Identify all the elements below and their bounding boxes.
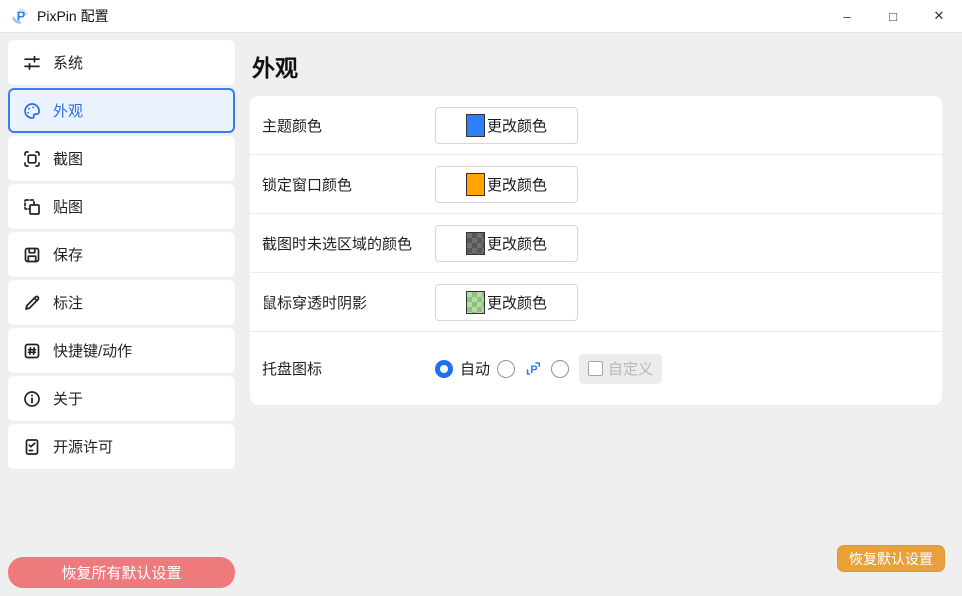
minimize-button[interactable]: –	[824, 0, 870, 32]
sidebar-item-licenses[interactable]: 开源许可	[8, 424, 235, 469]
setting-row-passthrough-shadow: 鼠标穿透时阴影 更改颜色	[250, 273, 942, 332]
sidebar-item-hotkeys[interactable]: 快捷键/动作	[8, 328, 235, 373]
sidebar-item-pin-image[interactable]: 贴图	[8, 184, 235, 229]
tray-icon-options: 自动 P 自定义	[435, 354, 662, 384]
custom-tray-icon-label: 自定义	[608, 358, 653, 379]
setting-label: 鼠标穿透时阴影	[262, 292, 435, 313]
sidebar-item-label: 关于	[53, 388, 83, 409]
radio-tray-pixpin-logo[interactable]	[497, 360, 515, 378]
sidebar-item-appearance[interactable]: 外观	[8, 88, 235, 133]
sidebar-item-about[interactable]: 关于	[8, 376, 235, 421]
hotkey-icon	[21, 340, 43, 362]
restore-all-defaults-button[interactable]: 恢复所有默认设置	[8, 557, 235, 588]
pencil-icon	[21, 292, 43, 314]
restore-defaults-button[interactable]: 恢复默认设置	[837, 545, 945, 572]
sidebar-item-screenshot[interactable]: 截图	[8, 136, 235, 181]
setting-row-theme-color: 主题颜色 更改颜色	[250, 96, 942, 155]
svg-text:P: P	[17, 9, 26, 24]
sidebar-item-system[interactable]: 系统	[8, 40, 235, 85]
pixpin-logo-icon: P	[10, 6, 30, 26]
save-icon	[21, 244, 43, 266]
setting-label: 托盘图标	[262, 358, 435, 379]
radio-tray-auto-label: 自动	[460, 358, 490, 379]
info-icon	[21, 388, 43, 410]
window-title: PixPin 配置	[37, 6, 109, 26]
change-color-button-locked-window[interactable]: 更改颜色	[435, 166, 578, 203]
svg-text:P: P	[530, 364, 537, 376]
color-swatch-green-checker	[466, 291, 485, 314]
settings-card: 主题颜色 更改颜色 锁定窗口颜色 更改颜色 截图时未选区域的颜色 更改颜色 鼠标…	[250, 96, 942, 405]
screenshot-frame-icon	[21, 148, 43, 170]
sidebar-item-label: 外观	[53, 100, 83, 121]
setting-row-locked-window-color: 锁定窗口颜色 更改颜色	[250, 155, 942, 214]
change-color-label: 更改颜色	[487, 292, 547, 313]
pin-image-icon	[21, 196, 43, 218]
sidebar-item-label: 保存	[53, 244, 83, 265]
palette-icon	[21, 100, 43, 122]
radio-tray-custom[interactable]	[551, 360, 569, 378]
sidebar-item-label: 系统	[53, 52, 83, 73]
pixpin-p-icon: P	[522, 358, 544, 380]
custom-tray-icon-button[interactable]: 自定义	[579, 354, 662, 384]
setting-label: 锁定窗口颜色	[262, 174, 435, 195]
change-color-button-unselected-area[interactable]: 更改颜色	[435, 225, 578, 262]
radio-tray-auto[interactable]	[435, 360, 453, 378]
sidebar-item-label: 开源许可	[53, 436, 113, 457]
setting-label: 截图时未选区域的颜色	[262, 233, 435, 254]
license-icon	[21, 436, 43, 458]
sidebar-item-save[interactable]: 保存	[8, 232, 235, 277]
change-color-label: 更改颜色	[487, 115, 547, 136]
sidebar-item-annotate[interactable]: 标注	[8, 280, 235, 325]
color-swatch-dark-checker	[466, 232, 485, 255]
sidebar-item-label: 贴图	[53, 196, 83, 217]
change-color-button-passthrough-shadow[interactable]: 更改颜色	[435, 284, 578, 321]
change-color-label: 更改颜色	[487, 174, 547, 195]
sidebar-item-label: 标注	[53, 292, 83, 313]
sidebar: 系统 外观 截图 贴图	[8, 40, 235, 472]
custom-checkbox-icon	[588, 361, 603, 376]
window-controls: – □ ✕	[824, 0, 962, 32]
main-content: 外观 主题颜色 更改颜色 锁定窗口颜色 更改颜色 截图时未选区域的颜色 更改颜色	[250, 33, 942, 405]
sliders-icon	[21, 52, 43, 74]
change-color-button-theme[interactable]: 更改颜色	[435, 107, 578, 144]
color-swatch-blue	[466, 114, 485, 137]
change-color-label: 更改颜色	[487, 233, 547, 254]
maximize-button[interactable]: □	[870, 0, 916, 32]
close-button[interactable]: ✕	[916, 0, 962, 32]
sidebar-item-label: 快捷键/动作	[53, 340, 132, 361]
setting-row-tray-icon: 托盘图标 自动 P 自定义	[250, 332, 942, 405]
sidebar-item-label: 截图	[53, 148, 83, 169]
setting-row-unselected-area-color: 截图时未选区域的颜色 更改颜色	[250, 214, 942, 273]
page-title: 外观	[252, 54, 942, 82]
titlebar: P PixPin 配置 – □ ✕	[0, 0, 962, 33]
color-swatch-orange	[466, 173, 485, 196]
setting-label: 主题颜色	[262, 115, 435, 136]
